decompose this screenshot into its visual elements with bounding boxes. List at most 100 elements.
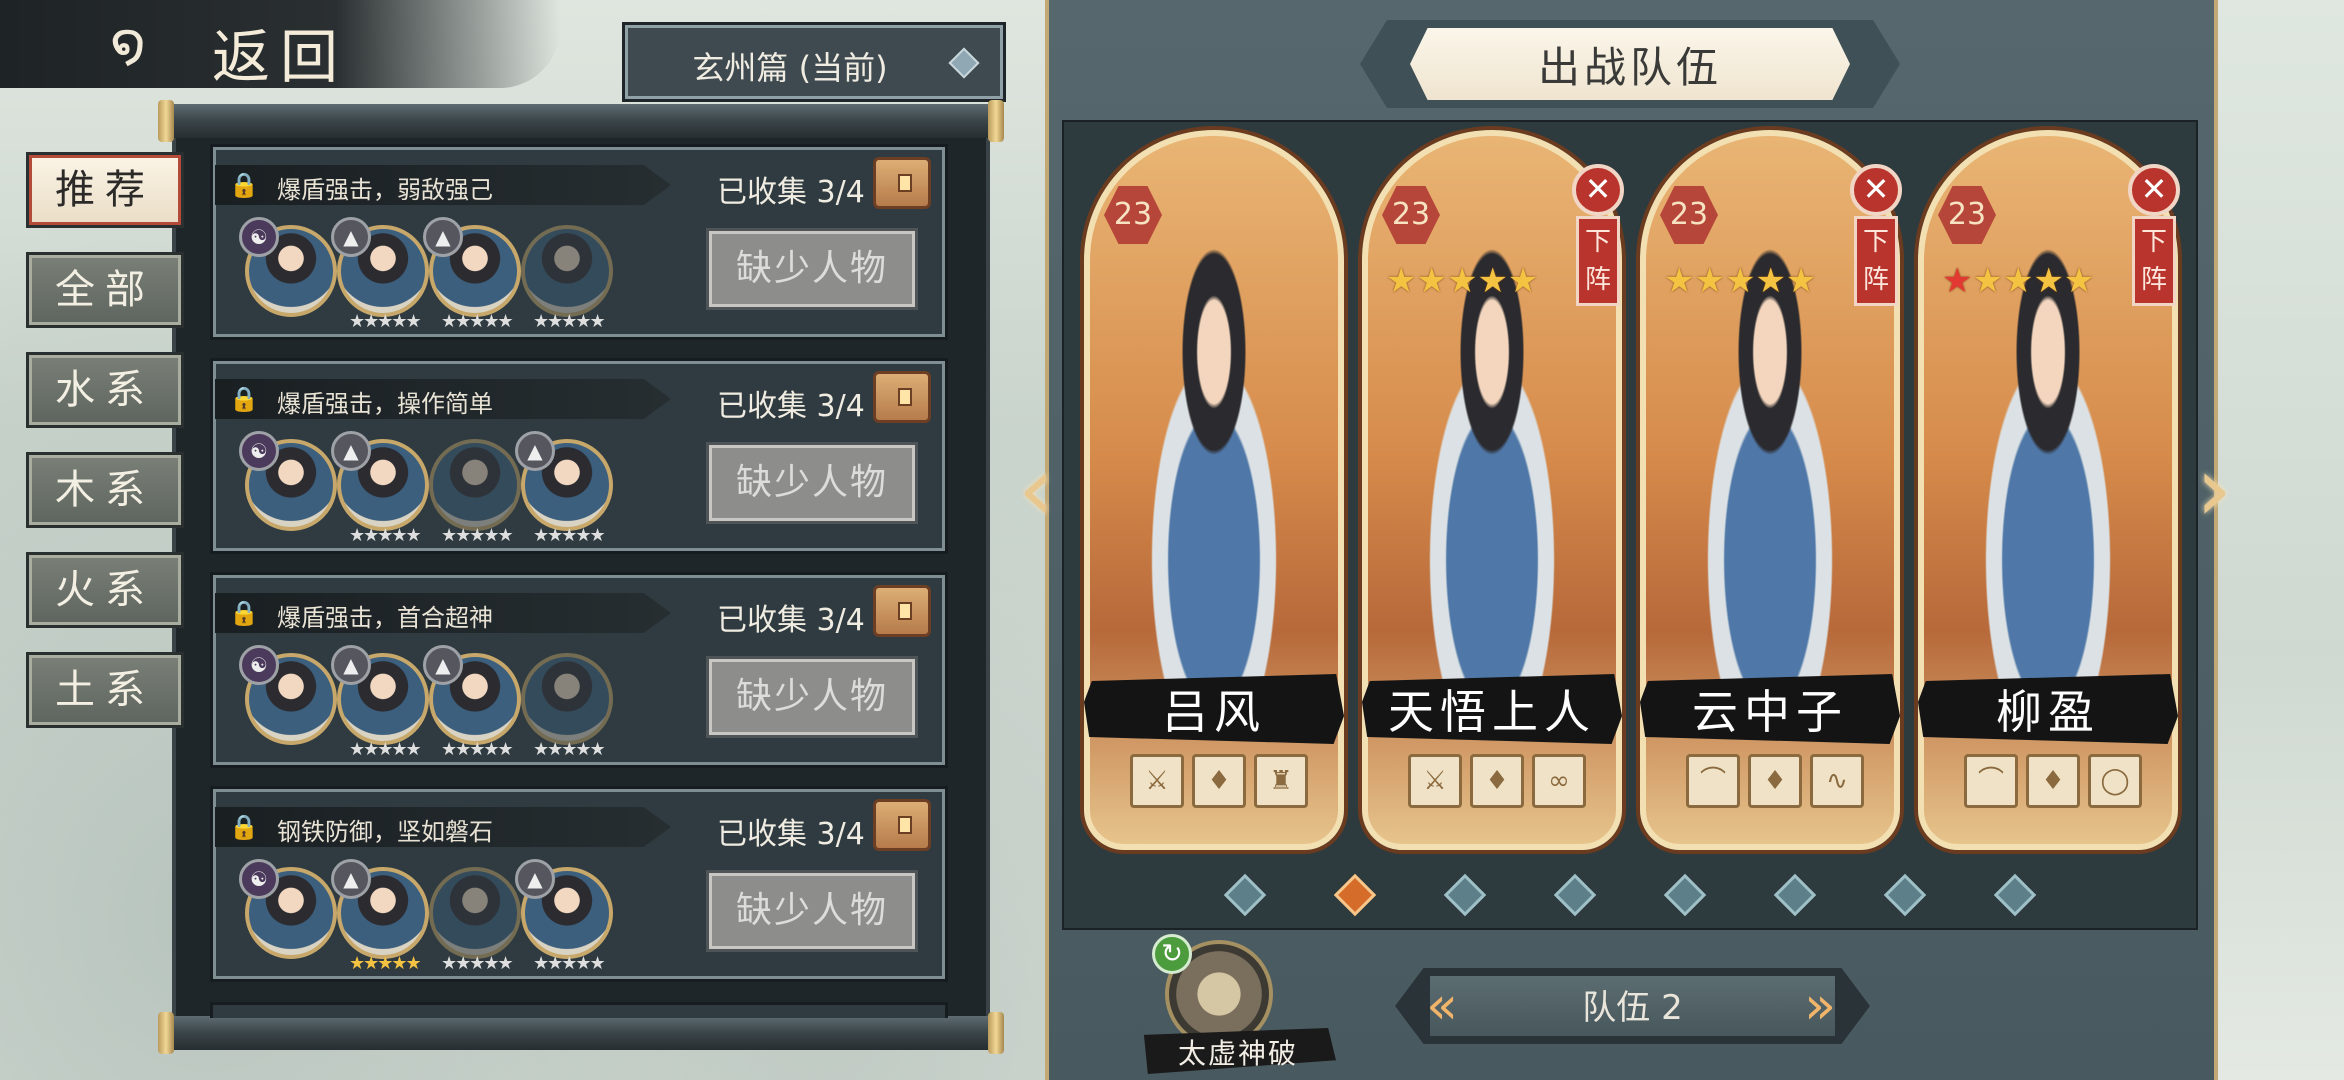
reward-chest-icon[interactable] [873,799,931,851]
star-rating: ★★★★★ [441,525,514,546]
star-rating: ★★★★★ [441,739,514,760]
missing-hero-button[interactable]: 缺少人物 [709,445,915,521]
yin-yang-icon: ☯ [239,859,279,899]
hero-portrait-missing[interactable] [429,439,521,531]
team-title: 钢铁防御，坚如磐石 [277,818,493,846]
close-icon[interactable]: ✕ [2128,164,2180,216]
team-title: 爆盾强击，首合超神 [277,604,493,632]
fan-icon[interactable]: ⌒ [1964,754,2018,808]
star-rating: ★★★★★ [349,311,422,332]
armor-icon[interactable]: ♦ [2026,754,2080,808]
sword-icon[interactable]: ⚔ [1130,754,1184,808]
tab-water[interactable]: 水系 [26,352,184,428]
star-rating: ★★★★★ [349,525,422,546]
mountain-icon: ▲ [331,431,371,471]
armor-icon[interactable]: ♦ [1192,754,1246,808]
tab-all[interactable]: 全部 [26,252,184,328]
fan-icon[interactable]: ⌒ [1686,754,1740,808]
background-right [2218,0,2344,1080]
star-rating: ★★★★★ [349,953,422,974]
scroll-rod-top [158,100,1004,142]
tab-fire[interactable]: 火系 [26,552,184,628]
hero-art [1100,196,1328,716]
hero-name: 柳盈 [1996,685,2100,739]
tab-recommended[interactable]: 推荐 [26,152,184,228]
tab-wood[interactable]: 木系 [26,452,184,528]
team-row[interactable]: 🔒 爆盾强击，首合超神 已收集 3/4 ☯ ▲ ▲ ★★★★★ ★★★★★ ★★… [210,572,948,768]
star-rating: ★★★★★ [1386,262,1538,300]
hero-card[interactable]: 23 ★★★★★ ✕ 下 阵 云中子 ⌒ ♦ ∿ [1640,130,1902,850]
mountain-icon: ▲ [515,859,555,899]
hero-card[interactable]: 23 ★★★★★ ✕ 下 阵 天悟上人 ⚔ ♦ ∞ [1362,130,1624,850]
armor-icon[interactable]: ♦ [1748,754,1802,808]
close-icon[interactable]: ✕ [1850,164,1902,216]
team-label: 队伍 2 [1582,988,1683,1028]
remove-hero-button[interactable]: 下 阵 [2132,216,2176,306]
star-rating: ★★★★★ [533,311,606,332]
tab-earth[interactable]: 土系 [26,652,184,728]
star-rating: ★★★★★ [349,739,422,760]
mountain-icon: ▲ [331,859,371,899]
collected-count: 已收集 3/4 [717,603,865,638]
team-row[interactable]: 🔒 爆盾强击，弱敌强己 已收集 3/4 ☯ ▲ ▲ ★★★★★ ★★★★★ ★★… [210,144,948,340]
hero-card[interactable]: 23 吕风 ⚔ ♦ ♜ [1084,130,1344,850]
yin-yang-icon: ☯ [239,217,279,257]
row-title-bar: 🔒 爆盾强击，弱敌强己 [215,165,671,205]
lock-icon: 🔒 [229,599,259,627]
previous-arrow-icon[interactable]: ‹ [1018,440,1068,540]
boots-icon[interactable]: ∿ [1810,754,1864,808]
team-title: 爆盾强击，弱敌强己 [277,176,493,204]
ring-icon[interactable]: ◯ [2088,754,2142,808]
close-icon[interactable]: ✕ [1572,164,1624,216]
previous-team-icon[interactable]: « [1422,976,1462,1036]
next-team-icon[interactable]: » [1800,976,1840,1036]
chapter-select[interactable]: 玄州篇 (当前) [622,22,1006,102]
row-title-bar: 🔒 爆盾强击，首合超神 [215,593,671,633]
team-row[interactable]: 🔒 爆盾强击，操作简单 已收集 3/4 ☯ ▲ ▲ ★★★★★ ★★★★★ ★★… [210,358,948,554]
next-arrow-icon[interactable]: › [2196,440,2246,540]
lock-icon: 🔒 [229,171,259,199]
hero-card[interactable]: 23 ★★★★★ ✕ 下 阵 柳盈 ⌒ ♦ ◯ [1918,130,2180,850]
cloud-swirl-icon: ໑ [110,11,146,76]
necklace-icon[interactable]: ∞ [1532,754,1586,808]
star-rating: ★★★★★ [1664,262,1816,300]
hero-name: 吕风 [1162,685,1266,739]
armor-icon[interactable]: ♦ [1470,754,1524,808]
sword-icon[interactable]: ⚔ [1408,754,1462,808]
lock-icon: 🔒 [229,813,259,841]
hero-portrait-missing[interactable] [521,225,613,317]
back-button[interactable]: ໑ 返回 [0,0,560,91]
team-row-partial[interactable] [210,1002,948,1018]
remove-hero-button[interactable]: 下 阵 [1854,216,1898,306]
reward-chest-icon[interactable] [873,585,931,637]
collected-count: 已收集 3/4 [717,175,865,210]
yin-yang-icon: ☯ [239,431,279,471]
reward-chest-icon[interactable] [873,371,931,423]
hero-portrait-missing[interactable] [521,653,613,745]
refresh-icon[interactable]: ↻ [1152,934,1192,974]
chapter-label: 玄州篇 (当前) [692,49,888,87]
collected-count: 已收集 3/4 [717,389,865,424]
star-rating: ★★★★★ [1942,261,2094,301]
remove-hero-button[interactable]: 下 阵 [1576,216,1620,306]
panel-title: 出战队伍 [1537,43,1722,92]
row-title-bar: 🔒 爆盾强击，操作简单 [215,379,671,419]
back-label: 返回 [212,23,349,91]
mountain-icon: ▲ [515,431,555,471]
scroll-rod-bottom [158,1012,1004,1054]
skill-name: 太虚神破 [1177,1037,1298,1070]
star-rating: ★★★★★ [533,739,606,760]
missing-hero-button[interactable]: 缺少人物 [709,659,915,735]
reward-chest-icon[interactable] [873,157,931,209]
team-row[interactable]: 🔒 钢铁防御，坚如磐石 已收集 3/4 ☯ ▲ ▲ ★★★★★ ★★★★★ ★★… [210,786,948,982]
star-rating: ★★★★★ [533,953,606,974]
mountain-icon: ▲ [423,645,463,685]
missing-hero-button[interactable]: 缺少人物 [709,231,915,307]
hero-name: 云中子 [1692,685,1848,739]
star-rating: ★★★★★ [533,525,606,546]
hero-portrait-missing[interactable] [429,867,521,959]
team-title: 爆盾强击，操作简单 [277,390,493,418]
missing-hero-button[interactable]: 缺少人物 [709,873,915,949]
mountain-icon: ▲ [423,217,463,257]
artifact-icon[interactable]: ♜ [1254,754,1308,808]
